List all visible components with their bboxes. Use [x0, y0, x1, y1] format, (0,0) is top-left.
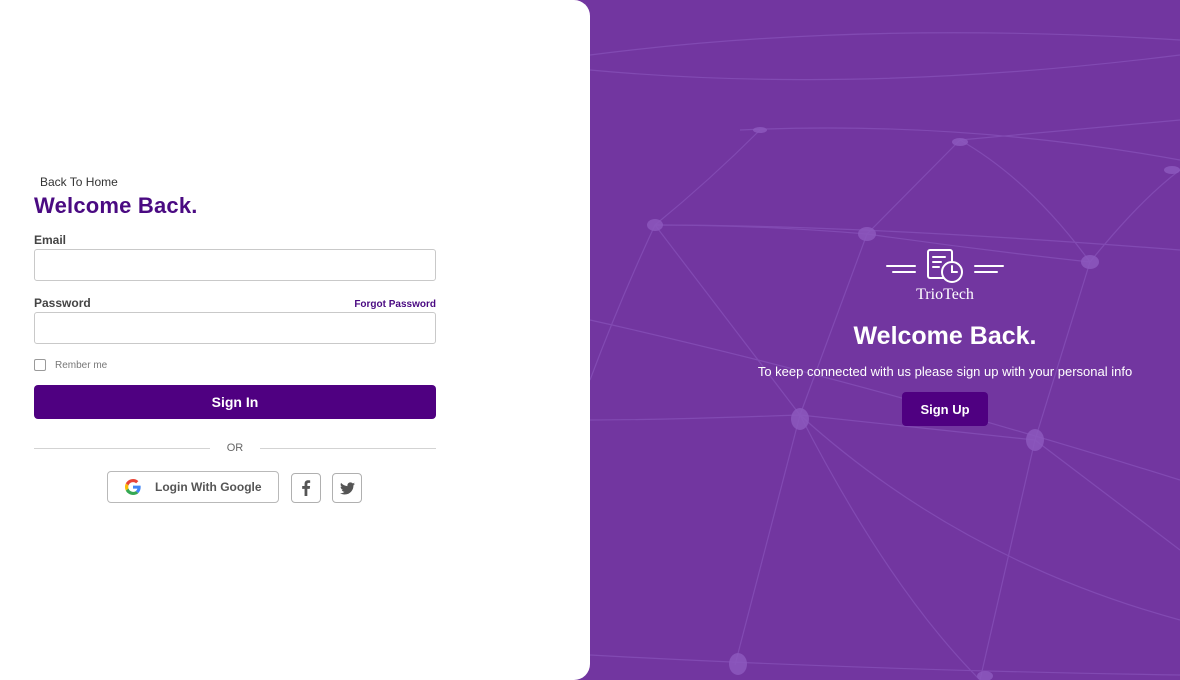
document-clock-icon — [886, 249, 1004, 283]
hero-subtitle: To keep connected with us please sign up… — [757, 364, 1133, 379]
facebook-login-button[interactable] — [291, 473, 321, 503]
password-field[interactable] — [34, 312, 436, 344]
facebook-icon — [302, 480, 311, 496]
hero-content: TrioTech Welcome Back. To keep connected… — [700, 246, 1180, 426]
remember-me-checkbox[interactable] — [34, 359, 46, 371]
brand-name: TrioTech — [916, 286, 974, 303]
login-panel: Back To Home Welcome Back. Email Passwor… — [0, 0, 590, 680]
password-label-row: Password Forgot Password — [34, 296, 436, 310]
sign-in-button[interactable]: Sign In — [34, 385, 436, 419]
twitter-login-button[interactable] — [332, 473, 362, 503]
login-with-google-button[interactable]: Login With Google — [107, 471, 279, 503]
password-label: Password — [34, 296, 91, 310]
page-title: Welcome Back. — [34, 193, 198, 218]
divider-line-right — [260, 448, 436, 449]
twitter-icon — [339, 481, 355, 494]
email-label: Email — [34, 233, 67, 247]
remember-me-label: Rember me — [55, 359, 108, 371]
hero-title: Welcome Back. — [853, 322, 1037, 350]
social-login-row: Login With Google — [34, 471, 436, 505]
google-button-label: Login With Google — [155, 480, 262, 494]
back-to-home-link[interactable]: Back To Home — [40, 175, 436, 189]
google-icon — [125, 479, 141, 495]
remember-me-row: Rember me — [34, 359, 436, 371]
login-form: Back To Home Welcome Back. Email Passwor… — [34, 175, 436, 505]
sign-up-button[interactable]: Sign Up — [902, 392, 988, 426]
forgot-password-link[interactable]: Forgot Password — [354, 299, 436, 310]
email-field[interactable] — [34, 249, 436, 281]
or-divider: OR — [34, 441, 436, 457]
